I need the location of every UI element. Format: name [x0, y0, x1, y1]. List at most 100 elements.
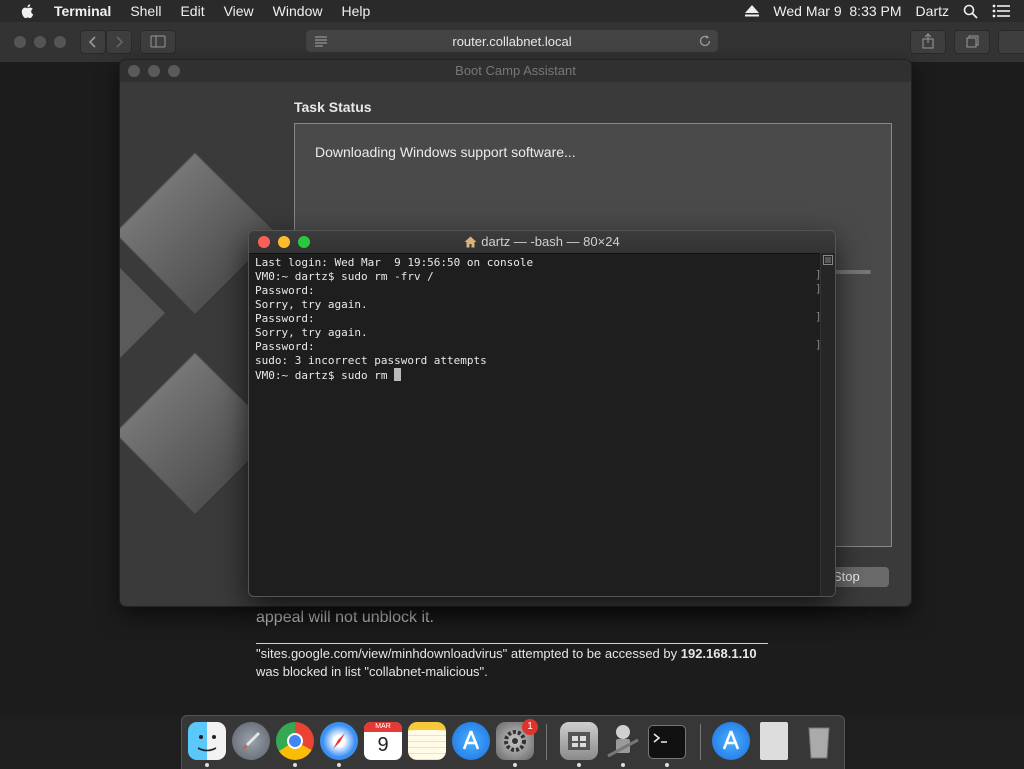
document-stack-icon[interactable]	[760, 722, 788, 760]
blocked-message: "sites.google.com/view/minhdownloadvirus…	[256, 646, 776, 661]
browser-toolbar: router.collabnet.local	[0, 22, 1024, 62]
terminal-line: sudo: 3 incorrect password attempts	[255, 354, 487, 367]
terminal-zoom-button[interactable]	[298, 236, 310, 248]
calendar-day: 9	[377, 734, 389, 756]
back-button[interactable]	[80, 30, 106, 54]
terminal-output[interactable]: Last login: Wed Mar 9 19:56:50 on consol…	[255, 256, 817, 383]
address-bar[interactable]: router.collabnet.local	[306, 30, 718, 52]
divider	[256, 643, 768, 644]
trash-icon[interactable]	[800, 722, 838, 760]
safari-icon[interactable]	[320, 722, 358, 760]
terminal-line: Sorry, try again.	[255, 298, 368, 311]
bootcamp-close-button[interactable]	[128, 65, 140, 77]
terminal-prompt-line: VM0:~ dartz$ sudo rm	[255, 368, 817, 383]
bootcamp-titlebar: Boot Camp Assistant	[120, 60, 911, 82]
sidebar-icon	[150, 35, 166, 48]
running-indicator	[513, 763, 517, 767]
terminal-titlebar: dartz — -bash — 80×24	[249, 231, 835, 254]
finder-face-icon	[197, 735, 217, 752]
calendar-month: MAR	[364, 722, 402, 732]
apple-icon[interactable]	[20, 3, 36, 19]
downloads-app-store-icon[interactable]	[712, 722, 750, 760]
running-indicator	[621, 763, 625, 767]
terminal-scrollbar[interactable]	[820, 253, 835, 596]
terminal-close-button[interactable]	[258, 236, 270, 248]
running-indicator	[577, 763, 581, 767]
appeal-text: appeal will not unblock it.	[256, 609, 434, 626]
sidebar-button[interactable]	[140, 30, 176, 54]
terminal-title: dartz — -bash — 80×24	[481, 234, 620, 249]
share-icon	[922, 33, 934, 49]
new-tab-button[interactable]	[998, 30, 1024, 54]
bootcamp-dock-icon[interactable]	[560, 722, 598, 760]
running-indicator	[205, 763, 209, 767]
terminal-line: Sorry, try again.	[255, 326, 368, 339]
browser-zoom-button[interactable]	[54, 36, 66, 48]
bootcamp-zoom-button[interactable]	[168, 65, 180, 77]
progress-bar	[835, 270, 871, 274]
status-message: Downloading Windows support software...	[315, 144, 576, 160]
terminal-line: VM0:~ dartz$ sudo rm -frv /	[255, 270, 434, 283]
terminal-line: Last login: Wed Mar 9 19:56:50 on consol…	[255, 256, 534, 269]
eject-icon[interactable]	[745, 5, 760, 17]
blocked-url-text: "sites.google.com/view/minhdownloadvirus…	[256, 646, 681, 661]
app-store-icon[interactable]	[452, 722, 490, 760]
task-status-heading: Task Status	[294, 99, 372, 115]
bootcamp-minimize-button[interactable]	[148, 65, 160, 77]
menu-help[interactable]: Help	[341, 3, 370, 19]
chrome-center-icon	[287, 733, 303, 749]
notification-badge: 1	[522, 719, 538, 735]
robot-icon	[607, 725, 639, 758]
dock: MAR 9 1	[181, 715, 845, 769]
app-store-a-icon	[722, 730, 740, 750]
forward-button[interactable]	[106, 30, 132, 54]
terminal-cursor	[394, 368, 402, 381]
automator-icon[interactable]	[604, 722, 642, 760]
terminal-dock-icon[interactable]	[648, 725, 686, 759]
running-indicator	[665, 763, 669, 767]
spotlight-icon[interactable]	[963, 4, 978, 19]
dock-separator	[546, 724, 547, 760]
browser-minimize-button[interactable]	[34, 36, 46, 48]
terminal-line: Password:	[255, 284, 315, 297]
dock-separator	[700, 724, 701, 760]
notes-icon[interactable]	[408, 722, 446, 760]
menu-clock[interactable]: Wed Mar 9 8:33 PM	[773, 3, 901, 19]
app-store-a-icon	[462, 730, 480, 750]
finder-icon[interactable]	[188, 722, 226, 760]
terminal-minimize-button[interactable]	[278, 236, 290, 248]
menu-app-name[interactable]: Terminal	[54, 3, 111, 19]
rocket-icon	[242, 732, 260, 750]
blocked-ip: 192.168.1.10	[680, 646, 757, 661]
menu-window[interactable]: Window	[273, 3, 323, 19]
menu-bar: Terminal Shell Edit View Window Help Wed…	[0, 0, 1024, 22]
menu-edit[interactable]: Edit	[180, 3, 204, 19]
reload-icon[interactable]	[698, 34, 712, 48]
terminal-window: dartz — -bash — 80×24 Last login: Wed Ma…	[249, 231, 835, 596]
tabs-icon	[966, 35, 979, 48]
browser-close-button[interactable]	[14, 36, 26, 48]
bootcamp-title: Boot Camp Assistant	[455, 63, 576, 78]
calendar-icon[interactable]: MAR 9	[364, 722, 402, 760]
launchpad-icon[interactable]	[232, 722, 270, 760]
terminal-line: Password:	[255, 312, 315, 325]
terminal-prompt-icon	[653, 733, 667, 743]
chevron-left-icon	[88, 36, 96, 48]
scroll-marker-icon[interactable]	[823, 255, 833, 265]
chrome-icon[interactable]	[276, 722, 314, 760]
menu-shell[interactable]: Shell	[130, 3, 161, 19]
tabs-button[interactable]	[954, 30, 990, 54]
bootcamp-logo-icon	[568, 732, 590, 750]
url-text: router.collabnet.local	[452, 34, 572, 49]
menu-view[interactable]: View	[224, 3, 254, 19]
terminal-prompt: VM0:~ dartz$ sudo rm	[255, 369, 395, 382]
notification-center-icon[interactable]	[992, 4, 1010, 18]
chevron-right-icon	[116, 36, 124, 48]
running-indicator	[293, 763, 297, 767]
trash-can-icon	[808, 727, 830, 759]
share-button[interactable]	[910, 30, 946, 54]
home-icon	[464, 236, 477, 248]
compass-icon	[333, 733, 345, 749]
menu-user[interactable]: Dartz	[916, 3, 949, 19]
blocked-list-text: was blocked in list "collabnet-malicious…	[256, 664, 488, 679]
